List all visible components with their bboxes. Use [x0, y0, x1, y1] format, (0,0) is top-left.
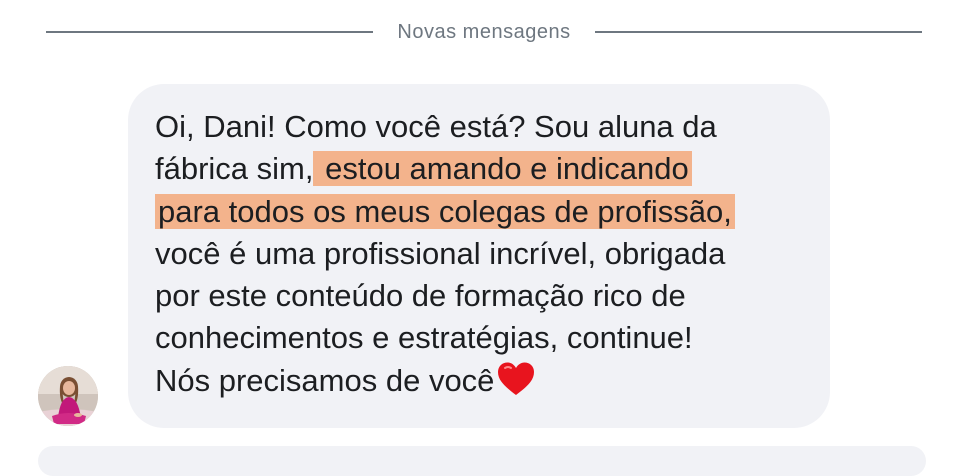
new-messages-label: Novas mensagens — [397, 20, 571, 43]
next-message-bubble[interactable] — [38, 446, 926, 476]
message-line-2: fábrica sim, estou amando e indicando — [155, 148, 806, 190]
message-text-segment: fábrica sim, — [155, 151, 314, 187]
message-line-5: por este conteúdo de formação rico de — [155, 275, 806, 317]
message-line-1: Oi, Dani! Como você está? Sou aluna da — [155, 106, 806, 148]
message-text-segment: você é uma profissional incrível, obriga… — [155, 235, 726, 271]
highlighted-text: estou amando e indicando — [313, 151, 692, 187]
message-text-segment: Nós precisamos de você — [155, 362, 495, 398]
message-text-segment: por este conteúdo de formação rico de — [155, 278, 686, 314]
message-text: Oi, Dani! Como você está? Sou aluna da f… — [155, 106, 806, 402]
sender-avatar[interactable] — [38, 366, 98, 426]
message-text-segment: Oi, Dani! Como você está? Sou aluna da — [155, 109, 717, 144]
message-bubble[interactable]: Oi, Dani! Como você está? Sou aluna da f… — [128, 84, 830, 428]
avatar-photo-icon — [38, 366, 98, 426]
new-messages-divider: Novas mensagens — [46, 12, 922, 52]
red-heart-icon — [496, 361, 536, 397]
message-line-7: Nós precisamos de você — [155, 360, 806, 402]
message-line-6: conhecimentos e estratégias, continue! — [155, 317, 806, 359]
message-line-3: para todos os meus colegas de profissão, — [155, 191, 806, 233]
highlighted-text: para todos os meus colegas de profissão, — [155, 193, 735, 229]
message-text-segment: conhecimentos e estratégias, continue! — [155, 320, 693, 356]
divider-line-left — [46, 31, 374, 33]
message-line-4: você é uma profissional incrível, obriga… — [155, 233, 806, 275]
divider-line-right — [594, 31, 922, 33]
